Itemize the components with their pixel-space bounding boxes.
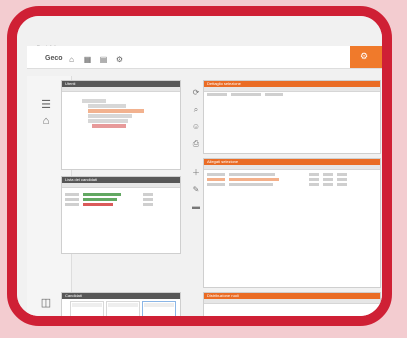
main-toolbar: Geco ⌂ ▦ ▤ ⚙: [27, 46, 382, 69]
attachments-toolbar: ＋ ✎ ▬: [191, 168, 203, 219]
tree-node-selected[interactable]: [88, 109, 144, 113]
candidate-photo: [78, 314, 96, 316]
app-screen: Reach Active Geco ⌂ ▦ ▤ ⚙ ⚙ ☰ ⌂ ◫ ⇩ Uten…: [17, 16, 382, 316]
detail-row[interactable]: [204, 92, 380, 97]
print-icon[interactable]: ⎙: [191, 139, 201, 149]
search-icon[interactable]: ⌕: [191, 105, 201, 115]
export-icon[interactable]: ⇩: [39, 314, 53, 316]
tree-node[interactable]: [88, 114, 132, 118]
tree-node[interactable]: [88, 104, 126, 108]
table-bottom-header: [204, 299, 380, 304]
tree-node[interactable]: [92, 124, 126, 128]
candidate-photo: [114, 314, 132, 316]
user-icon[interactable]: ☺: [191, 122, 201, 132]
action-button[interactable]: ⚙: [350, 46, 382, 68]
detail-top-panel: Dettaglio selezione: [203, 80, 381, 154]
menu-icon[interactable]: ☰: [39, 98, 53, 112]
grid-icon[interactable]: ▦: [83, 55, 92, 64]
detail-mid-panel: Allegati selezione: [203, 158, 381, 288]
add-icon[interactable]: ＋: [191, 168, 201, 178]
tree-node[interactable]: [88, 119, 128, 123]
tree-panel: Utenti: [61, 80, 181, 170]
candidate-card[interactable]: [142, 301, 176, 316]
home-icon[interactable]: ⌂: [39, 114, 53, 128]
detail-toolbar: ⟳ ⌕ ☺ ⎙: [191, 88, 203, 156]
candidate-card[interactable]: [70, 301, 104, 316]
gear-icon: ⚙: [360, 51, 369, 61]
table-bottom-panel: Distribuzione ruoli: [203, 292, 381, 316]
settings-icon[interactable]: ⚙: [115, 55, 124, 64]
chart-icon[interactable]: ◫: [39, 296, 53, 310]
list-panel: Lista dei candidati: [61, 176, 181, 254]
refresh-icon[interactable]: ⟳: [191, 88, 201, 98]
tree-node[interactable]: [82, 99, 106, 103]
edit-icon[interactable]: ✎: [191, 185, 201, 195]
device-frame: Reach Active Geco ⌂ ▦ ▤ ⚙ ⚙ ☰ ⌂ ◫ ⇩ Uten…: [7, 6, 392, 326]
delete-icon[interactable]: ▬: [191, 202, 201, 212]
photos-panel: Candidati: [61, 292, 181, 316]
photos-panel-title: Candidati: [62, 293, 180, 299]
candidate-card[interactable]: [106, 301, 140, 316]
candidate-photo: [150, 314, 168, 316]
home-icon[interactable]: ⌂: [67, 55, 76, 64]
attachment-row[interactable]: [204, 182, 380, 187]
table-icon[interactable]: ▤: [99, 55, 108, 64]
app-logo: Geco: [45, 55, 63, 62]
list-row[interactable]: [62, 202, 180, 207]
